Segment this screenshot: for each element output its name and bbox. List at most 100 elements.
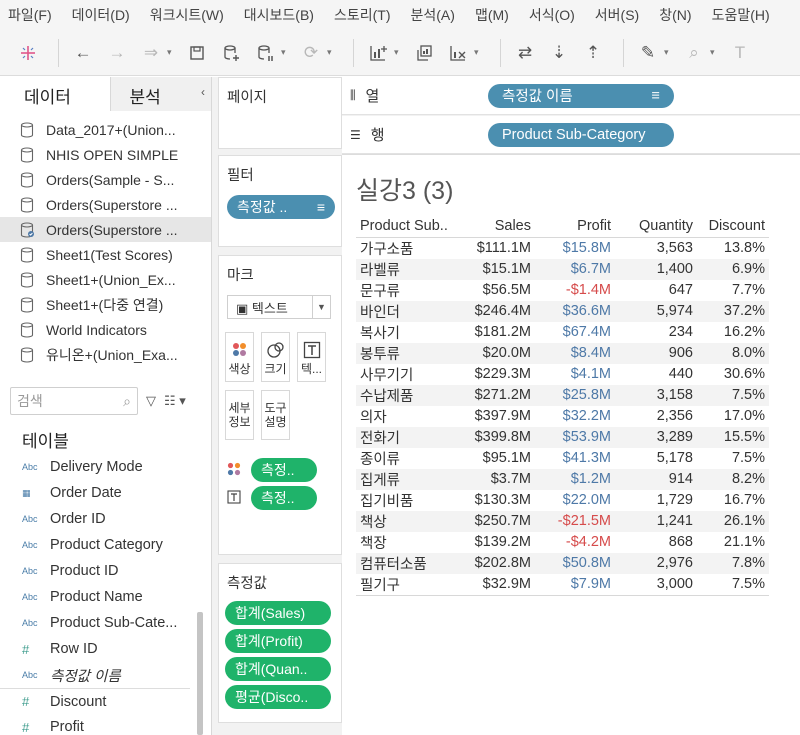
cell-quantity[interactable]: 647	[611, 280, 693, 301]
duplicate-icon[interactable]	[410, 39, 438, 67]
cell-profit[interactable]: $6.7M	[531, 258, 611, 280]
datasource-item[interactable]: Orders(Superstore ...	[0, 192, 211, 217]
field-item[interactable]: # Row ID	[0, 636, 190, 662]
datasource-item[interactable]: Sheet1+(다중 연결)	[0, 292, 211, 317]
cell-category[interactable]: 봉투류	[356, 342, 456, 364]
cell-category[interactable]: 문구류	[356, 280, 456, 301]
cell-discount[interactable]: 17.0%	[693, 406, 769, 427]
size-button[interactable]: 크기	[261, 332, 290, 382]
cell-quantity[interactable]: 3,000	[611, 573, 693, 596]
menu-dashboard[interactable]: 대시보드(B)	[244, 5, 314, 25]
cell-sales[interactable]: $32.9M	[456, 573, 531, 596]
cell-category[interactable]: 책장	[356, 532, 456, 553]
pages-card[interactable]: 페이지	[218, 77, 342, 149]
menu-worksheet[interactable]: 워크시트(W)	[150, 5, 224, 25]
cell-quantity[interactable]: 5,178	[611, 448, 693, 469]
cell-profit[interactable]: $36.6M	[531, 300, 611, 322]
menu-story[interactable]: 스토리(T)	[334, 5, 391, 25]
clear-dropdown-icon[interactable]: ▾	[474, 47, 482, 58]
cell-discount[interactable]: 21.1%	[693, 532, 769, 553]
cell-quantity[interactable]: 906	[611, 342, 693, 364]
cell-sales[interactable]: $139.2M	[456, 532, 531, 553]
cell-quantity[interactable]: 3,158	[611, 384, 693, 406]
text-button[interactable]: 텍...	[297, 332, 326, 382]
cell-profit[interactable]: $41.3M	[531, 448, 611, 469]
new-worksheet-icon[interactable]	[364, 39, 392, 67]
cell-profit[interactable]: -$4.2M	[531, 532, 611, 553]
menu-window[interactable]: 창(N)	[659, 5, 691, 25]
datasource-item[interactable]: Orders(Sample - S...	[0, 167, 211, 192]
field-item[interactable]: Abc 측정값 이름	[0, 662, 190, 688]
redo-icon[interactable]: →	[103, 39, 131, 67]
datasource-item[interactable]: World Indicators	[0, 317, 211, 342]
collapse-chevron-icon[interactable]: ‹	[201, 85, 205, 99]
cell-quantity[interactable]: 234	[611, 322, 693, 343]
attach-dropdown-icon[interactable]: ▾	[710, 47, 718, 58]
cell-sales[interactable]: $246.4M	[456, 300, 531, 322]
cell-sales[interactable]: $111.1M	[456, 237, 531, 259]
cell-category[interactable]: 컴퓨터소품	[356, 552, 456, 574]
pause-icon[interactable]	[251, 39, 279, 67]
cell-category[interactable]: 라벨류	[356, 258, 456, 280]
cell-discount[interactable]: 7.7%	[693, 280, 769, 301]
highlight-icon[interactable]: ✎	[634, 39, 662, 67]
cell-sales[interactable]: $181.2M	[456, 322, 531, 343]
rows-shelf[interactable]: ☰ 행 Product Sub-Category	[342, 116, 800, 154]
cell-discount[interactable]: 7.8%	[693, 552, 769, 574]
cell-quantity[interactable]: 1,400	[611, 258, 693, 280]
measure-value-pill[interactable]: 합계(Quan..	[225, 657, 331, 681]
field-item[interactable]: # Profit	[0, 714, 190, 735]
cell-category[interactable]: 책상	[356, 510, 456, 532]
cell-category[interactable]: 사무기기	[356, 364, 456, 385]
datasource-item[interactable]: Orders(Superstore ...	[0, 217, 211, 242]
header-quantity[interactable]: Quantity	[611, 215, 693, 238]
cell-profit[interactable]: $22.0M	[531, 490, 611, 511]
tab-data[interactable]: 데이터	[0, 77, 112, 111]
cell-quantity[interactable]: 914	[611, 468, 693, 490]
mark-type-select[interactable]: ▣ 텍스트 ▼	[227, 295, 331, 319]
cell-discount[interactable]: 16.7%	[693, 490, 769, 511]
cell-sales[interactable]: $202.8M	[456, 552, 531, 574]
cell-sales[interactable]: $229.3M	[456, 364, 531, 385]
columns-shelf[interactable]: ⫼ 열 측정값 이름 ≡	[342, 77, 800, 115]
menu-help[interactable]: 도움말(H)	[712, 5, 770, 25]
cell-profit[interactable]: $4.1M	[531, 364, 611, 385]
measure-value-pill[interactable]: 평균(Disco..	[225, 685, 331, 709]
filter-pill[interactable]: 측정값 .. ≡	[227, 195, 335, 219]
cell-quantity[interactable]: 2,356	[611, 406, 693, 427]
highlight-dropdown-icon[interactable]: ▾	[664, 47, 672, 58]
cell-profit[interactable]: $25.8M	[531, 384, 611, 406]
mark-pill-color[interactable]: 측정..	[251, 458, 317, 482]
sort-descending-icon[interactable]: ⇡	[579, 39, 607, 67]
cell-discount[interactable]: 26.1%	[693, 510, 769, 532]
rows-pill[interactable]: Product Sub-Category	[488, 122, 674, 147]
cell-category[interactable]: 종이류	[356, 448, 456, 469]
cell-category[interactable]: 집게류	[356, 468, 456, 490]
header-profit[interactable]: Profit	[531, 215, 611, 238]
cell-sales[interactable]: $130.3M	[456, 490, 531, 511]
cell-sales[interactable]: $3.7M	[456, 468, 531, 490]
cell-profit[interactable]: -$1.4M	[531, 280, 611, 301]
tooltip-button[interactable]: 도구 설명	[261, 390, 290, 440]
undo-icon[interactable]: ←	[69, 39, 97, 67]
cell-quantity[interactable]: 3,563	[611, 237, 693, 259]
menu-file[interactable]: 파일(F)	[8, 5, 52, 25]
header-product-sub-category[interactable]: Product Sub..	[356, 215, 456, 238]
cell-quantity[interactable]: 440	[611, 364, 693, 385]
cell-discount[interactable]: 8.0%	[693, 342, 769, 364]
field-item[interactable]: Abc Order ID	[0, 506, 190, 532]
cell-sales[interactable]: $15.1M	[456, 258, 531, 280]
cell-quantity[interactable]: 868	[611, 532, 693, 553]
cell-discount[interactable]: 37.2%	[693, 300, 769, 322]
field-item[interactable]: Abc Delivery Mode	[0, 454, 190, 480]
menu-map[interactable]: 맵(M)	[475, 5, 509, 25]
menu-server[interactable]: 서버(S)	[595, 5, 639, 25]
filters-card[interactable]: 필터 측정값 .. ≡	[218, 155, 342, 247]
mark-pill-text[interactable]: 측정..	[251, 486, 317, 510]
replay-dropdown-icon[interactable]: ▾	[167, 47, 175, 58]
cell-sales[interactable]: $56.5M	[456, 280, 531, 301]
cell-sales[interactable]: $271.2M	[456, 384, 531, 406]
cell-quantity[interactable]: 3,289	[611, 426, 693, 448]
search-input[interactable]: 검색 ⌕	[10, 387, 138, 415]
datasource-item[interactable]: 유니온+(Union_Exa...	[0, 342, 211, 367]
